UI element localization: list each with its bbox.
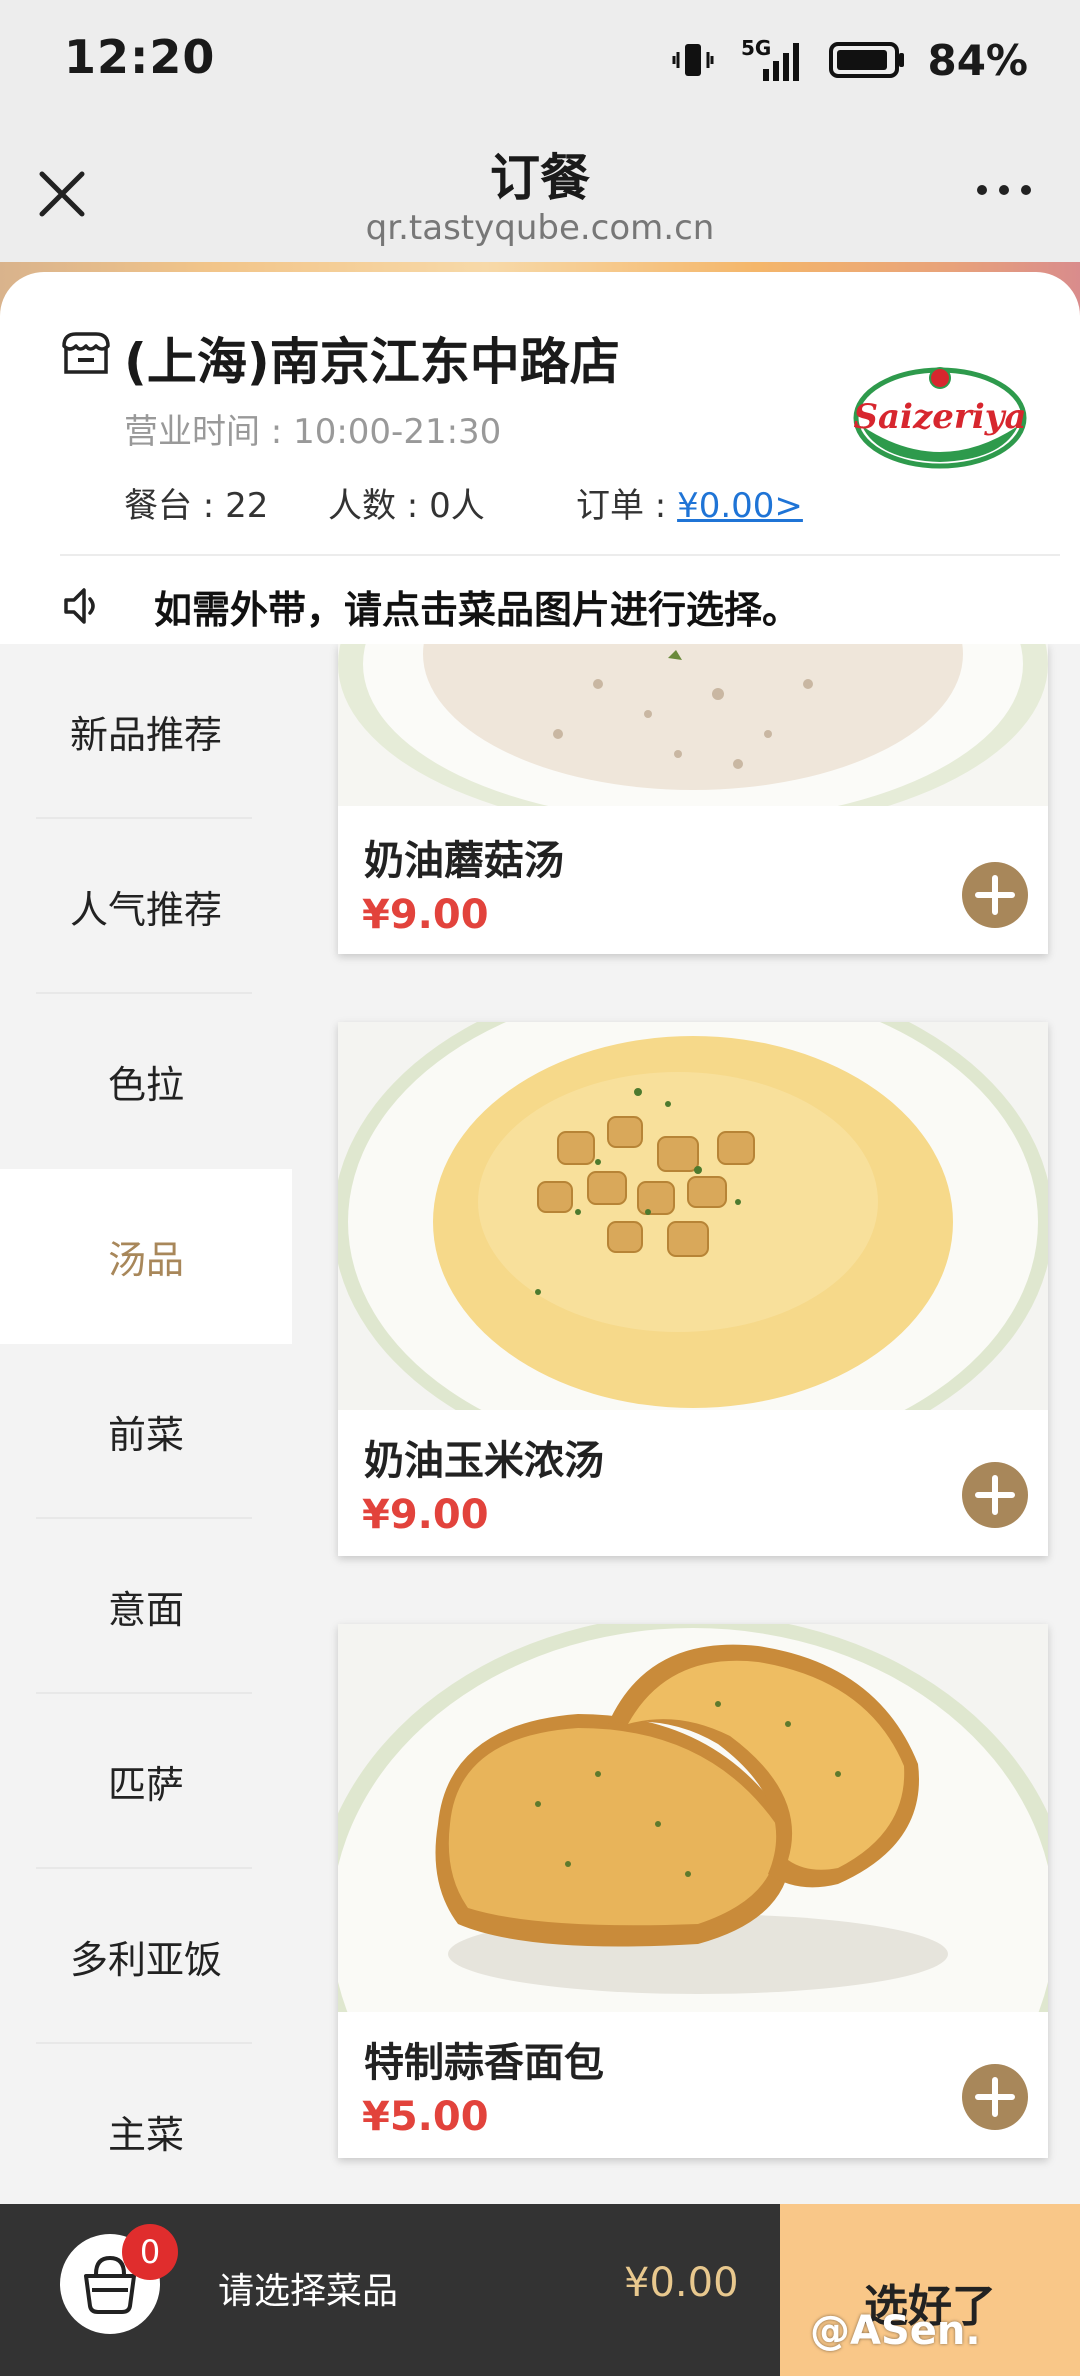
cart-hint: 请选择菜品 [218,2271,399,2312]
dish-image[interactable] [338,1624,1048,2012]
takeout-notice: 如需外带，请点击菜品图片进行选择。 [60,568,1060,644]
order-summary: 订单 : ¥0.00> [576,478,803,527]
category-label: 匹萨 [107,1763,184,1807]
category-item[interactable]: 意面 [0,1519,292,1694]
add-icon[interactable] [962,1462,1028,1528]
signal-5g-icon: 5G [741,36,800,81]
battery-percent: 84% [927,35,1028,85]
store-hours: 营业时间 : 10:00-21:30 [124,412,502,452]
category-item[interactable]: 人气推荐 [0,819,292,994]
status-icons: 5G 84% [671,32,1028,88]
svg-text:5G: 5G [741,36,771,60]
watermark: @ASen. [810,2308,981,2354]
category-label: 意面 [107,1588,184,1632]
store-card: (上海)南京江东中路店 营业时间 : 10:00-21:30 餐台 : 22 人… [0,272,1080,644]
people-count: 人数 : 0人 [328,486,485,526]
notice-text: 如需外带，请点击菜品图片进行选择。 [154,587,801,632]
dish-name: 奶油蘑菇汤 [364,838,564,884]
page-url: qr.tastyqube.com.cn [365,208,715,248]
category-sidebar: 新品推荐 人气推荐 色拉 汤品 前菜 意面 匹萨 多利亚饭 主菜 [0,644,292,2204]
category-item[interactable]: 多利亚饭 [0,1869,292,2044]
status-time: 12:20 [64,30,216,84]
category-label: 汤品 [107,1238,184,1282]
page-title: 订餐 [490,149,590,207]
category-label: 色拉 [107,1063,184,1107]
dish-name: 奶油玉米浓汤 [364,1438,604,1484]
add-icon[interactable] [962,2064,1028,2130]
dish-price: ¥9.00 [362,1492,489,1538]
category-item[interactable]: 新品推荐 [0,644,292,819]
more-icon[interactable] [974,180,1034,200]
menu-item[interactable]: 特制蒜香面包 ¥5.00 [338,1624,1048,2158]
order-amount-link[interactable]: ¥0.00> [677,486,803,526]
category-label: 人气推荐 [69,888,222,932]
garlic-bread-image [338,1624,1048,2012]
vibrate-icon [672,44,714,76]
battery-icon [829,42,905,78]
dish-price: ¥9.00 [362,892,489,938]
mushroom-soup-image [338,644,1048,806]
svg-text:Saizeriya: Saizeriya [853,397,1026,437]
header-divider [60,554,1060,556]
category-label: 新品推荐 [69,713,222,757]
dish-price: ¥5.00 [362,2094,489,2140]
category-item-active[interactable]: 汤品 [0,1169,292,1344]
cart-bar: 0 请选择菜品 ¥0.00 选好了 @ASen. [0,2204,1080,2376]
store-icon [62,332,110,374]
category-item[interactable]: 主菜 [0,2044,292,2219]
menu-item[interactable]: 奶油蘑菇汤 ¥9.00 [338,644,1048,954]
menu-list: 奶油蘑菇汤 ¥9.00 奶油玉米浓汤 ¥9.00 特制蒜香面包 ¥5.00 [292,644,1080,2204]
category-label: 主菜 [107,2113,184,2157]
order-page: 12:20 5G 84% 订餐 qr.tastyqube.com.cn (上海)… [0,0,1080,2376]
menu-item[interactable]: 奶油玉米浓汤 ¥9.00 [338,1022,1048,1556]
category-label: 前菜 [107,1413,184,1457]
corn-soup-image [338,1022,1048,1410]
dish-image[interactable] [338,644,1048,806]
order-label: 订单 : [576,486,678,526]
dish-name: 特制蒜香面包 [364,2040,604,2086]
status-bar: 12:20 5G 84% [0,0,1080,118]
store-name: (上海)南京江东中路店 [124,333,620,391]
cart-count-badge: 0 [122,2224,178,2280]
table-number: 餐台 : 22 [124,486,269,526]
category-item[interactable]: 匹萨 [0,1694,292,1869]
category-item[interactable]: 前菜 [0,1344,292,1519]
speaker-icon [64,588,95,624]
category-item[interactable]: 色拉 [0,994,292,1169]
dish-image[interactable] [338,1022,1048,1410]
cart-total: ¥0.00 [624,2260,739,2306]
saizeriya-logo: Saizeriya [853,367,1027,469]
category-label: 多利亚饭 [69,1938,222,1982]
nav-bar: 订餐 qr.tastyqube.com.cn [0,118,1080,268]
add-icon[interactable] [962,862,1028,928]
